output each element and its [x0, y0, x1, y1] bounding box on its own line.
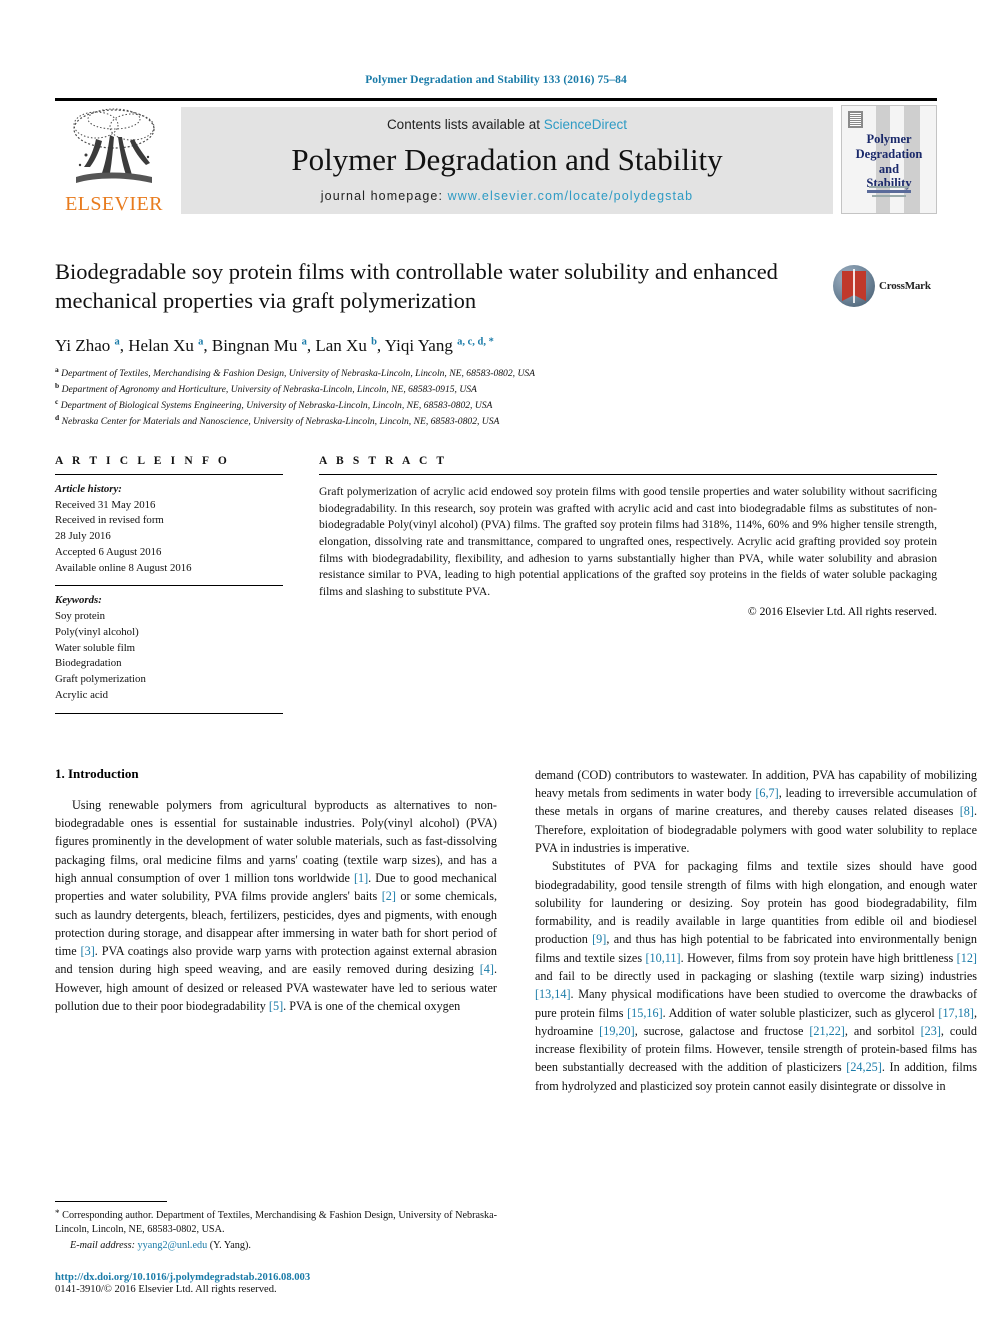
section-title-introduction: 1. Introduction	[55, 765, 139, 781]
article-history-label: Article history:	[55, 482, 122, 495]
article-history-group: Article history: Received 31 May 2016 Re…	[55, 475, 283, 577]
elsevier-tree-icon	[73, 108, 155, 183]
author-name: Lan Xu	[315, 335, 367, 355]
affiliation-mark: c	[55, 396, 59, 406]
affiliation-item: c Department of Biological Systems Engin…	[55, 397, 827, 413]
keyword-item: Acrylic acid	[55, 688, 109, 701]
keyword-item: Water soluble film	[55, 641, 136, 654]
contents-available-line: Contents lists available at ScienceDirec…	[387, 117, 627, 132]
divider	[55, 712, 283, 714]
running-head: Polymer Degradation and Stability 133 (2…	[365, 74, 627, 86]
author-item: Helan Xu a	[128, 336, 203, 355]
affiliation-text: Nebraska Center for Materials and Nanosc…	[61, 416, 500, 428]
keyword-item: Graft polymerization	[55, 673, 146, 686]
abstract-text: Graft polymerization of acrylic acid end…	[319, 484, 937, 599]
author-name: Helan Xu	[128, 335, 194, 355]
article-info-heading: A R T I C L E I N F O	[55, 454, 230, 467]
history-item: Accepted 6 August 2016	[55, 545, 162, 558]
author-affil-mark[interactable]: a	[302, 336, 307, 347]
affiliation-mark: a	[55, 364, 59, 374]
author-affil-mark[interactable]: a	[198, 336, 203, 347]
sciencedirect-link[interactable]: ScienceDirect	[544, 117, 627, 132]
info-abstract-section: A R T I C L E I N F O Article history: R…	[55, 455, 937, 714]
author-list: Yi Zhao a, Helan Xu a, Bingnan Mu a, Lan…	[55, 335, 494, 355]
asterisk-icon: *	[55, 1207, 60, 1218]
corresponding-author-text: Corresponding author. Department of Text…	[55, 1209, 497, 1236]
abstract-heading: A B S T R A C T	[319, 454, 448, 467]
doi-link[interactable]: http://dx.doi.org/10.1016/j.polymdegrads…	[55, 1272, 497, 1283]
email-label: E-mail address:	[70, 1239, 135, 1251]
doi-block: http://dx.doi.org/10.1016/j.polymdegrads…	[55, 1272, 497, 1295]
keywords-group: Keywords: Soy protein Poly(vinyl alcohol…	[55, 586, 283, 703]
history-item: Received in revised form	[55, 514, 164, 527]
history-item: Received 31 May 2016	[55, 498, 156, 511]
paper-page: Polymer Degradation and Stability 133 (2…	[0, 0, 992, 1323]
affiliation-item: d Nebraska Center for Materials and Nano…	[55, 413, 827, 429]
affiliation-text: Department of Agronomy and Horticulture,…	[61, 383, 477, 395]
history-item: Available online 8 August 2016	[55, 561, 192, 574]
keyword-item: Biodegradation	[55, 657, 122, 670]
author-item: Bingnan Mu a	[212, 336, 307, 355]
affiliation-item: a Department of Textiles, Merchandising …	[55, 365, 827, 381]
footnote-area: * Corresponding author. Department of Te…	[55, 1200, 497, 1295]
cover-footer-marks	[866, 184, 912, 199]
paragraph: demand (COD) contributors to wastewater.…	[535, 767, 977, 855]
affiliation-item: b Department of Agronomy and Horticultur…	[55, 381, 827, 397]
affiliation-text: Department of Biological Systems Enginee…	[60, 399, 493, 411]
author-item: Yi Zhao a	[55, 336, 120, 355]
issn-copyright: 0141-3910/© 2016 Elsevier Ltd. All right…	[55, 1284, 277, 1295]
elsevier-badge-icon	[848, 111, 863, 128]
footnote-divider	[55, 1200, 167, 1202]
affiliation-mark: b	[55, 380, 60, 390]
title-block: Biodegradable soy protein films with con…	[55, 258, 937, 429]
body-column-right: demand (COD) contributors to wastewater.…	[535, 766, 977, 1095]
article-info-column: A R T I C L E I N F O Article history: R…	[55, 455, 283, 714]
email-note: E-mail address: yyang2@unl.edu (Y. Yang)…	[70, 1239, 497, 1253]
elsevier-wordmark: ELSEVIER	[65, 193, 163, 215]
keyword-item: Poly(vinyl alcohol)	[55, 625, 139, 638]
author-affil-mark[interactable]: a	[115, 336, 120, 347]
crossmark-icon	[833, 265, 875, 307]
author-name: Yi Zhao	[55, 335, 111, 355]
author-name: Bingnan Mu	[211, 335, 298, 355]
crossmark-badge[interactable]: CrossMark	[833, 262, 937, 310]
affiliation-text: Department of Textiles, Merchandising & …	[61, 367, 536, 379]
author-affil-mark[interactable]: a, c, d, *	[457, 336, 494, 347]
author-item: Yiqi Yang a, c, d, *	[385, 336, 494, 355]
email-suffix: (Y. Yang).	[209, 1239, 251, 1251]
cover-journal-title: Polymer Degradation and Stability	[855, 132, 923, 191]
corresponding-author-note: * Corresponding author. Department of Te…	[55, 1207, 497, 1238]
contents-prefix: Contents lists available at	[386, 117, 544, 132]
keyword-item: Soy protein	[55, 610, 106, 623]
history-item: 28 July 2016	[55, 530, 111, 543]
journal-title: Polymer Degradation and Stability	[291, 142, 723, 177]
keywords-label: Keywords:	[55, 594, 102, 607]
page-title: Biodegradable soy protein films with con…	[55, 259, 778, 313]
homepage-prefix: journal homepage:	[320, 189, 448, 203]
masthead-center: Contents lists available at ScienceDirec…	[181, 107, 833, 214]
crossmark-label: CrossMark	[879, 280, 931, 292]
journal-masthead: ELSEVIER Contents lists available at Sci…	[55, 98, 937, 220]
author-name: Yiqi Yang	[384, 335, 453, 355]
abstract-column: A B S T R A C T Graft polymerization of …	[319, 455, 937, 714]
affiliation-mark: d	[55, 412, 60, 422]
abstract-copyright: © 2016 Elsevier Ltd. All rights reserved…	[747, 604, 937, 618]
email-link[interactable]: yyang2@unl.edu	[138, 1240, 208, 1251]
author-item: Lan Xu b	[315, 336, 377, 355]
author-affil-mark[interactable]: b	[371, 336, 377, 347]
body-column-left: 1. Introduction Using renewable polymers…	[55, 766, 497, 1095]
elsevier-logo: ELSEVIER	[55, 101, 173, 220]
journal-homepage-link[interactable]: www.elsevier.com/locate/polydegstab	[448, 189, 694, 203]
journal-cover-thumbnail: Polymer Degradation and Stability	[841, 105, 937, 214]
affiliation-list: a Department of Textiles, Merchandising …	[55, 365, 827, 429]
paragraph: Using renewable polymers from agricultur…	[55, 797, 497, 1013]
body-columns: 1. Introduction Using renewable polymers…	[55, 766, 977, 1095]
paragraph: Substitutes of PVA for packaging films a…	[535, 859, 978, 1093]
journal-homepage-line: journal homepage: www.elsevier.com/locat…	[321, 189, 693, 203]
